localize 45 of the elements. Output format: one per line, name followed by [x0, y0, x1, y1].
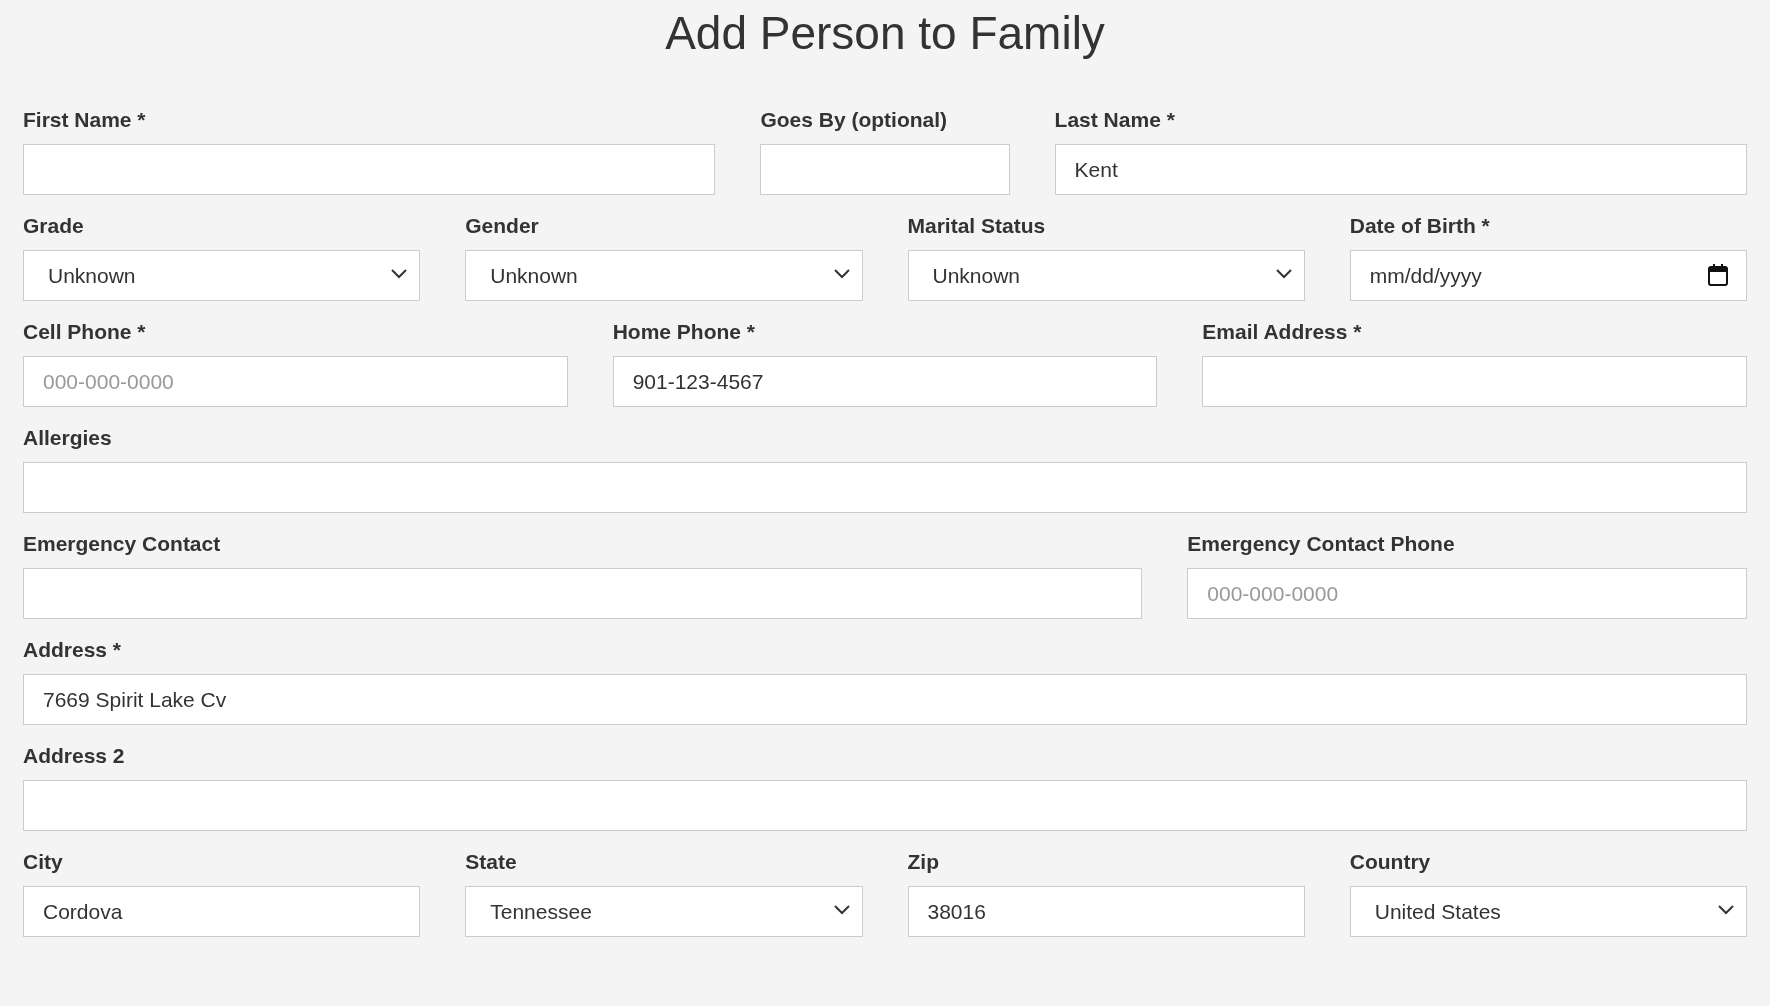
- input-field[interactable]: 7669 Spirit Lake Cv: [23, 674, 1747, 725]
- chevron-down-icon: [390, 268, 409, 280]
- field-label: Zip: [907, 849, 939, 875]
- dropdown[interactable]: Tennessee: [465, 886, 863, 937]
- input-field[interactable]: [23, 144, 716, 195]
- page-title: Add Person to Family: [664, 6, 1106, 61]
- field-label: Gender: [465, 213, 539, 239]
- field-label: Emergency Contact: [23, 531, 221, 557]
- input-field[interactable]: 38016: [907, 886, 1305, 937]
- field-label: Country: [1349, 849, 1431, 875]
- input-field[interactable]: [1202, 356, 1747, 407]
- input-field[interactable]: Cordova: [23, 886, 421, 937]
- field-label: Marital Status: [907, 213, 1046, 239]
- input-field[interactable]: 901-123-4567: [612, 356, 1158, 407]
- field-label: First Name *: [23, 107, 146, 133]
- dropdown[interactable]: Unknown: [465, 250, 863, 301]
- field-label: Allergies: [23, 425, 112, 451]
- field-label: Email Address *: [1202, 319, 1362, 345]
- field-label: Emergency Contact Phone: [1187, 531, 1455, 557]
- field-label: Address *: [23, 637, 122, 663]
- field-label: Home Phone *: [612, 319, 755, 345]
- date-field[interactable]: mm/dd/yyyy: [1349, 250, 1747, 301]
- field-label: City: [23, 849, 63, 875]
- dropdown[interactable]: Unknown: [907, 250, 1305, 301]
- chevron-down-icon: [832, 904, 851, 916]
- field-label: Goes By (optional): [760, 107, 948, 133]
- input-field[interactable]: [23, 780, 1747, 831]
- field-label: Grade: [23, 213, 84, 239]
- input-field[interactable]: [760, 144, 1010, 195]
- chevron-down-icon: [1717, 904, 1735, 916]
- chevron-down-icon: [832, 268, 851, 280]
- input-field[interactable]: Kent: [1054, 144, 1747, 195]
- calendar-icon: [1707, 263, 1729, 287]
- field-label: Last Name *: [1054, 107, 1175, 133]
- dropdown[interactable]: Unknown: [23, 250, 421, 301]
- input-field[interactable]: 000-000-0000: [23, 356, 568, 407]
- field-label: Cell Phone *: [23, 319, 146, 345]
- field-label: Address 2: [23, 743, 125, 769]
- dropdown[interactable]: United States: [1349, 886, 1747, 937]
- input-field[interactable]: [23, 462, 1747, 513]
- input-field[interactable]: 000-000-0000: [1187, 568, 1747, 619]
- field-label: State: [465, 849, 517, 875]
- input-field[interactable]: [23, 568, 1143, 619]
- chevron-down-icon: [1274, 268, 1293, 280]
- field-label: Date of Birth *: [1349, 213, 1490, 239]
